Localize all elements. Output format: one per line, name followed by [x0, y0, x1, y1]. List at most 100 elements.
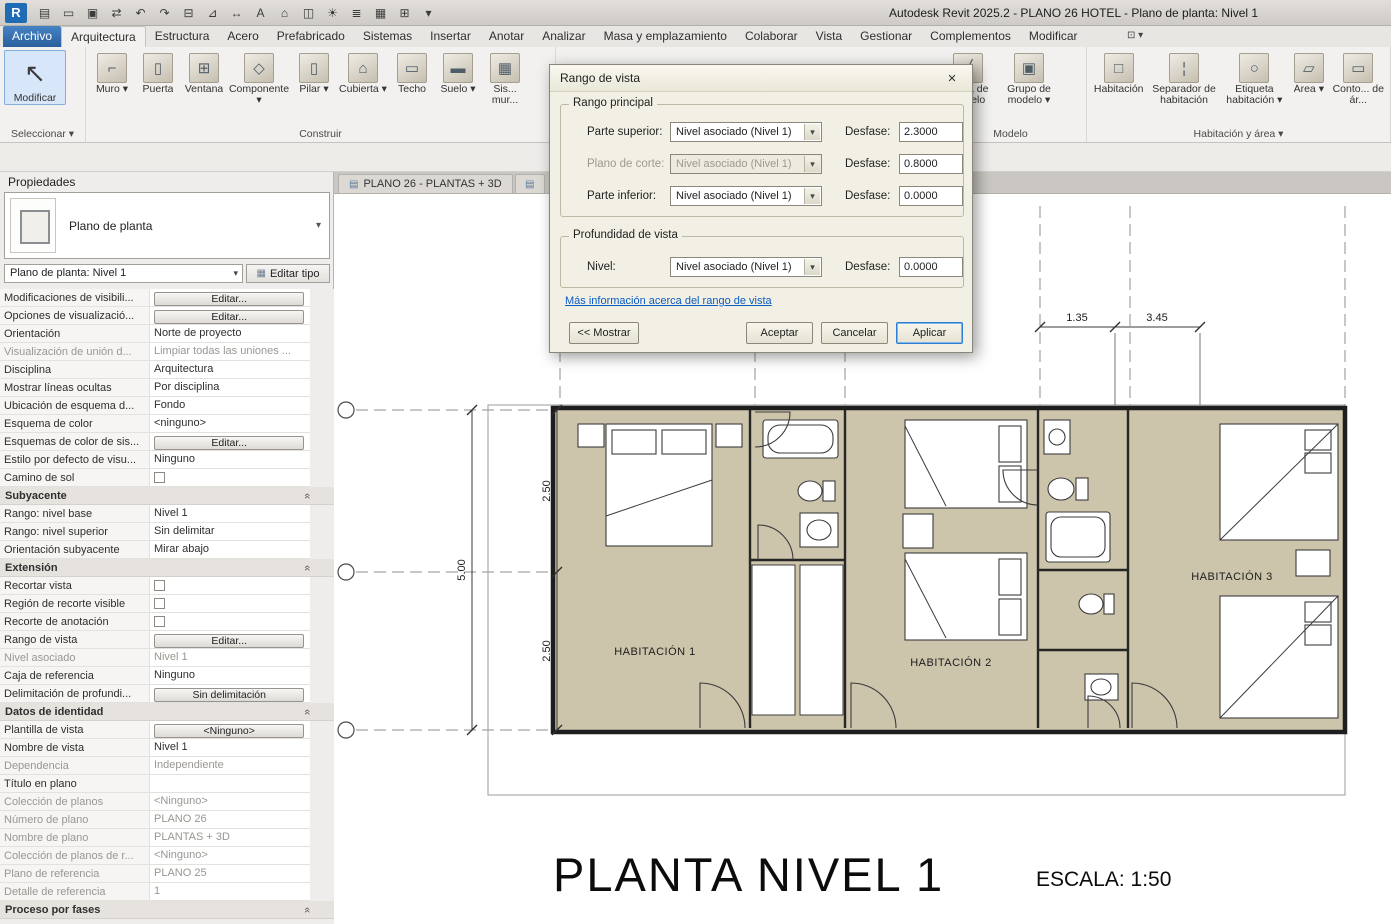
tool-ventana[interactable]: ⊞Ventana — [182, 50, 226, 95]
value-button[interactable]: <Ninguno> — [154, 724, 304, 738]
property-value[interactable]: Nivel 1 — [150, 739, 310, 756]
accept-button[interactable]: Aceptar — [746, 322, 813, 344]
top-offset-input[interactable] — [899, 122, 963, 142]
property-value[interactable]: Por disciplina — [150, 379, 310, 396]
property-value[interactable]: Fondo — [150, 397, 310, 414]
print-icon[interactable]: ⊟ — [177, 3, 200, 23]
property-value[interactable]: PLANTAS + 3D — [150, 829, 310, 846]
property-value[interactable]: Ninguno — [150, 667, 310, 684]
tool-sistema-de-muro-cortina[interactable]: ▦Sis... mur... — [482, 50, 528, 106]
view-range-help-link[interactable]: Más información acerca del rango de vist… — [565, 295, 772, 307]
tool-modificar[interactable]: ↖Modificar — [4, 50, 66, 105]
property-value[interactable]: <Ninguno> — [150, 793, 310, 810]
schedule-icon[interactable]: ▦ — [369, 3, 392, 23]
view-instance-combo[interactable]: Plano de planta: Nivel 1 — [4, 264, 243, 283]
aligned-dimension-icon[interactable]: ↔ — [225, 3, 248, 23]
undo-icon[interactable]: ↶ — [129, 3, 152, 23]
apply-button[interactable]: Aplicar — [896, 322, 963, 344]
chevron-down-icon[interactable]: ▾ — [316, 220, 321, 231]
property-value[interactable] — [150, 613, 310, 630]
checkbox[interactable] — [154, 598, 165, 609]
collapse-chevron-icon[interactable]: « — [301, 709, 313, 715]
tool-pilar[interactable]: ▯Pilar ▾ — [292, 50, 336, 95]
property-value[interactable]: <Ninguno> — [150, 847, 310, 864]
checkbox[interactable] — [154, 580, 165, 591]
redo-icon[interactable]: ↷ — [153, 3, 176, 23]
bottom-offset-input[interactable] — [899, 186, 963, 206]
file-menu-icon[interactable]: ▤ — [33, 3, 56, 23]
property-value[interactable]: Norte de proyecto — [150, 325, 310, 342]
measure-icon[interactable]: ⊿ — [201, 3, 224, 23]
property-value[interactable] — [150, 595, 310, 612]
property-value[interactable]: Sin delimitar — [150, 523, 310, 540]
value-button[interactable]: Sin delimitación — [154, 688, 304, 702]
ribbon-tab-estructura[interactable]: Estructura — [146, 26, 219, 47]
property-value[interactable]: Sin delimitación — [150, 685, 310, 702]
property-value[interactable]: Ninguno — [150, 451, 310, 468]
property-value[interactable]: Editar... — [150, 631, 310, 648]
checkbox[interactable] — [154, 616, 165, 627]
ui-box-icon[interactable]: ⊞ — [393, 3, 416, 23]
property-value[interactable]: PLANO 26 — [150, 811, 310, 828]
panel-label[interactable]: Habitación y área ▾ — [1087, 128, 1390, 140]
view-tab-plano-26[interactable]: ▤ PLANO 26 - PLANTAS + 3D — [338, 174, 513, 193]
view-tab-hidden[interactable]: ▤ — [515, 174, 545, 193]
ribbon-tab-acero[interactable]: Acero — [218, 26, 267, 47]
value-button[interactable]: Editar... — [154, 436, 304, 450]
property-value[interactable]: Editar... — [150, 307, 310, 324]
property-value[interactable]: Editar... — [150, 289, 310, 306]
text-icon[interactable]: A — [249, 3, 272, 23]
ribbon-tab-arquitectura[interactable]: Arquitectura — [61, 26, 146, 47]
tool-muro[interactable]: ⌐Muro ▾ — [90, 50, 134, 95]
tool-area[interactable]: ▱Área ▾ — [1289, 50, 1329, 95]
checkbox[interactable] — [154, 472, 165, 483]
tool-habitacion[interactable]: □Habitación — [1091, 50, 1146, 95]
ribbon-tab-analizar[interactable]: Analizar — [533, 26, 594, 47]
panel-label[interactable]: Seleccionar ▾ — [0, 128, 85, 140]
value-button[interactable]: Editar... — [154, 292, 304, 306]
show-button[interactable]: << Mostrar — [569, 322, 639, 344]
property-value[interactable]: Nivel 1 — [150, 649, 310, 666]
depth-offset-input[interactable] — [899, 257, 963, 277]
dialog-close-icon[interactable]: × — [942, 70, 962, 87]
ribbon-tab-masa-y-emplazamiento[interactable]: Masa y emplazamiento — [595, 26, 736, 47]
qat-more-icon[interactable]: ▾ — [417, 3, 440, 23]
sync-icon[interactable]: ⇄ — [105, 3, 128, 23]
ribbon-tab-colaborar[interactable]: Colaborar — [736, 26, 807, 47]
ribbon-tab-complementos[interactable]: Complementos — [921, 26, 1020, 47]
property-value[interactable]: Limpiar todas las uniones ... — [150, 343, 310, 360]
ribbon-tab-insertar[interactable]: Insertar — [421, 26, 480, 47]
property-value[interactable]: Arquitectura — [150, 361, 310, 378]
tool-grupo-de-modelo[interactable]: ▣Grupo de modelo ▾ — [999, 50, 1059, 106]
depth-level-dropdown[interactable]: Nivel asociado (Nivel 1) — [670, 257, 822, 277]
section-icon[interactable]: ◫ — [297, 3, 320, 23]
value-button[interactable]: Editar... — [154, 634, 304, 648]
ribbon-tab-modificar[interactable]: Modificar — [1020, 26, 1087, 47]
dialog-titlebar[interactable]: Rango de vista × — [550, 65, 972, 92]
tool-cubierta[interactable]: ⌂Cubierta ▾ — [338, 50, 388, 95]
revit-logo[interactable]: R — [5, 3, 27, 23]
ribbon-tab-anotar[interactable]: Anotar — [480, 26, 533, 47]
ribbon-tab-vista[interactable]: Vista — [807, 26, 851, 47]
value-button[interactable]: Editar... — [154, 310, 304, 324]
edit-type-button[interactable]: Editar tipo — [246, 264, 330, 283]
render-icon[interactable]: ☀ — [321, 3, 344, 23]
property-value[interactable]: Editar... — [150, 433, 310, 450]
property-value[interactable] — [150, 577, 310, 594]
tool-techo[interactable]: ▭Techo — [390, 50, 434, 95]
ribbon-tab-sistemas[interactable]: Sistemas — [354, 26, 421, 47]
collapse-chevron-icon[interactable]: « — [301, 565, 313, 571]
top-level-dropdown[interactable]: Nivel asociado (Nivel 1) — [670, 122, 822, 142]
cut-plane-offset-input[interactable] — [899, 154, 963, 174]
tool-suelo[interactable]: ▬Suelo ▾ — [436, 50, 480, 95]
ribbon-tab-prefabricado[interactable]: Prefabricado — [268, 26, 354, 47]
property-value[interactable]: <ninguno> — [150, 415, 310, 432]
collapse-chevron-icon[interactable]: « — [301, 493, 313, 499]
property-value[interactable]: 1 — [150, 883, 310, 900]
save-icon[interactable]: ▣ — [81, 3, 104, 23]
bottom-level-dropdown[interactable]: Nivel asociado (Nivel 1) — [670, 186, 822, 206]
open-icon[interactable]: ▭ — [57, 3, 80, 23]
property-value[interactable]: Mirar abajo — [150, 541, 310, 558]
thin-lines-icon[interactable]: ≣ — [345, 3, 368, 23]
type-selector[interactable]: Plano de planta ▾ — [4, 192, 330, 259]
